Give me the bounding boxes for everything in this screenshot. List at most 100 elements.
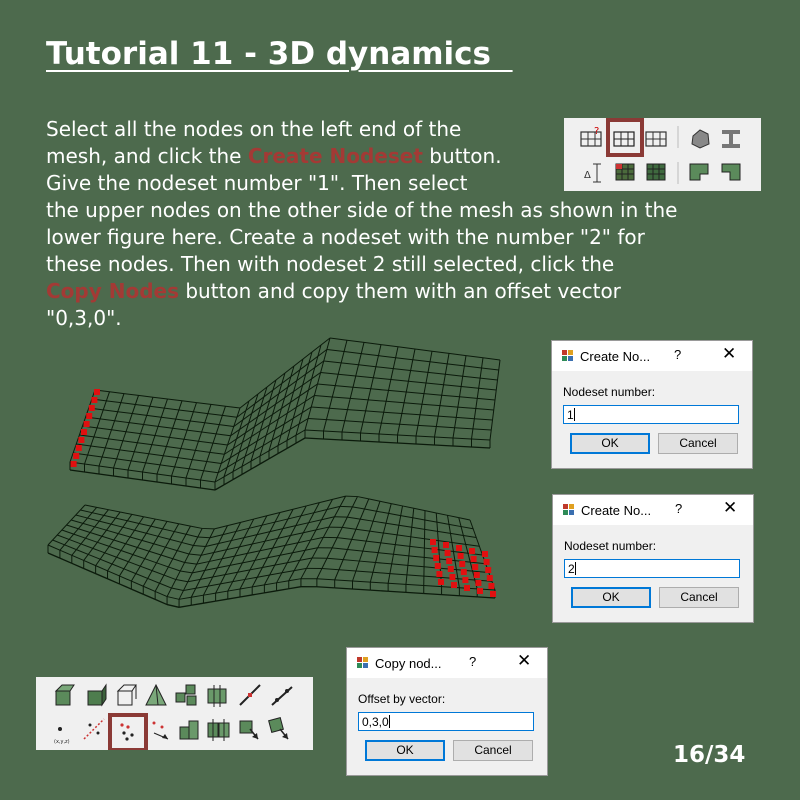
dialog-title: Create No...: [580, 349, 651, 364]
hatched-cube-icon[interactable]: [54, 684, 75, 706]
nodeset-1-node: [94, 389, 100, 395]
nodeset-2-node: [477, 588, 483, 594]
nodeset-2-node: [469, 548, 475, 554]
scatter-nodes-icon[interactable]: [152, 721, 169, 740]
nodeset-2-node: [443, 542, 449, 548]
cancel-button[interactable]: Cancel: [658, 433, 738, 454]
cancel-button[interactable]: Cancel: [659, 587, 739, 608]
single-node-icon[interactable]: (x,y,z): [54, 727, 70, 745]
nodeset-2-node: [490, 591, 496, 597]
nodeset-2-node: [485, 567, 492, 573]
nodeset-2-node: [430, 539, 436, 545]
shape-a-icon[interactable]: [689, 163, 709, 181]
copy-nodes-icon[interactable]: [120, 723, 134, 741]
create-nodeset-dialog-2: Create No... ? ✕ Nodeset number: 2 OK Ca…: [552, 494, 754, 623]
nodeset-2-node: [473, 572, 480, 578]
dialog-input[interactable]: 1: [563, 405, 739, 424]
app-icon: [562, 350, 573, 361]
copy-nodes-dialog: Copy nod... ? ✕ Offset by vector: 0,3,0 …: [346, 647, 548, 776]
slide-title: Tutorial 11 - 3D dynamics: [46, 36, 513, 72]
instruction-segment: Give the nodeset number "1". Then select: [46, 171, 468, 195]
nodeset-2-node: [438, 579, 444, 585]
dialog-body: Nodeset number: 2 OK Cancel: [553, 525, 753, 622]
node-coord-label: (x,y,z): [54, 739, 70, 745]
split-cubes-icon[interactable]: [207, 719, 230, 741]
instruction-segment: button and copy them with an offset vect…: [179, 279, 621, 303]
help-button[interactable]: ?: [674, 347, 681, 362]
nodeset-1-node: [83, 421, 90, 427]
nodeset-2-node: [459, 561, 466, 567]
nodeset-2-node: [464, 585, 470, 591]
nodeset-2-node: [482, 551, 488, 557]
double-arrow-icon[interactable]: [271, 686, 293, 706]
help-button[interactable]: ?: [469, 654, 476, 669]
nodeset-2-node: [488, 583, 495, 589]
nodeset-2-node: [475, 580, 482, 586]
create-nodeset-icon[interactable]: [613, 131, 635, 147]
instruction-line: "0,3,0".: [46, 305, 766, 332]
delete-grid-icon[interactable]: ?: [580, 126, 602, 147]
diagonal-line-icon[interactable]: [239, 684, 261, 706]
scatter-cubes-icon[interactable]: [175, 684, 197, 706]
wire-cube-icon[interactable]: [116, 684, 137, 706]
shape-b-icon[interactable]: [721, 163, 741, 181]
nodeset-2-node: [449, 574, 456, 580]
nodeset-2-node: [486, 575, 493, 581]
nodeset-2-node: [472, 564, 479, 570]
arrow-cube-icon[interactable]: [239, 720, 259, 740]
nodeset-1-node: [70, 461, 77, 467]
dialog-titlebar: Create No... ? ✕: [553, 495, 753, 525]
app-icon: [563, 504, 574, 515]
beam-section-icon[interactable]: [722, 130, 740, 148]
node-toolbar: (x,y,z): [36, 677, 313, 750]
dimension-icon[interactable]: Δ: [584, 163, 601, 183]
mesh-select-icon[interactable]: [615, 163, 635, 181]
rotate-cube-icon[interactable]: [268, 717, 289, 740]
dialog-input[interactable]: 0,3,0: [358, 712, 534, 731]
ok-button[interactable]: OK: [365, 740, 445, 761]
instruction-segment: the upper nodes on the other side of the…: [46, 198, 678, 222]
dialog-titlebar: Copy nod... ? ✕: [347, 648, 547, 678]
dialog-field-label: Nodeset number:: [564, 539, 657, 553]
solid-body-icon[interactable]: [691, 129, 710, 149]
help-button[interactable]: ?: [675, 501, 682, 516]
nodeset-2-node: [460, 569, 467, 575]
frame-icon[interactable]: [207, 685, 227, 707]
nodeset-1-node: [88, 405, 95, 411]
highlight-box: [108, 713, 148, 750]
grid-icon[interactable]: [645, 131, 667, 147]
dialog-input[interactable]: 2: [564, 559, 740, 578]
stack-cubes-icon[interactable]: [179, 720, 199, 740]
nodeset-2-node: [483, 559, 490, 565]
instruction-line: these nodes. Then with nodeset 2 still s…: [46, 251, 766, 278]
nodeset-1-node: [78, 437, 85, 443]
close-icon[interactable]: ✕: [722, 344, 736, 364]
instruction-line: lower figure here. Create a nodeset with…: [46, 224, 766, 251]
nodeset-2-node: [462, 577, 469, 583]
nodeset-1-node: [73, 453, 80, 459]
highlighted-term: Create Nodeset: [247, 144, 423, 168]
cancel-button[interactable]: Cancel: [453, 740, 533, 761]
nodeset-2-node: [451, 582, 457, 588]
page-number: 16/34: [673, 742, 746, 768]
close-icon[interactable]: ✕: [723, 498, 737, 518]
ok-button[interactable]: OK: [570, 433, 650, 454]
instruction-segment: lower figure here. Create a nodeset with…: [46, 225, 645, 249]
instruction-segment: "0,3,0".: [46, 306, 122, 330]
nodeset-1-node: [91, 397, 98, 403]
dialog-field-label: Offset by vector:: [358, 692, 446, 706]
mesh-fill-icon[interactable]: [646, 163, 666, 181]
dialog-title: Copy nod...: [375, 656, 442, 671]
highlight-box: [606, 118, 644, 157]
dialog-title: Create No...: [581, 503, 652, 518]
solid-cube-icon[interactable]: [87, 683, 107, 707]
svg-text:?: ?: [594, 126, 599, 137]
move-nodes-icon[interactable]: [83, 718, 105, 740]
nodeset-2-node: [433, 555, 440, 561]
close-icon[interactable]: ✕: [517, 651, 531, 671]
dialog-body: Offset by vector: 0,3,0 OK Cancel: [347, 678, 547, 775]
pyramid-icon[interactable]: [145, 683, 167, 706]
ok-button[interactable]: OK: [571, 587, 651, 608]
nodeset-1-node: [75, 445, 82, 451]
instruction-segment: Select all the nodes on the left end of …: [46, 117, 462, 141]
